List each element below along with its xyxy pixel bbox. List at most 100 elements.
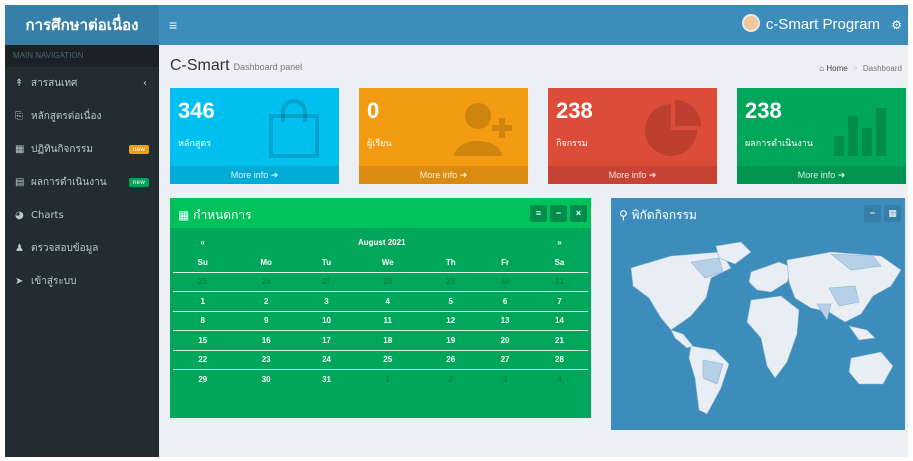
calendar-day[interactable]: 7 (530, 291, 588, 311)
sidebar-item-send[interactable]: ➤ เข้าสู่ระบบ (5, 265, 159, 298)
stat-label: ผู้เรียน (367, 139, 392, 149)
stat-label: กิจกรรม (556, 139, 588, 149)
calendar-day[interactable]: 18 (353, 330, 423, 350)
map-region-india (816, 303, 832, 321)
sidebar-item-user-secret[interactable]: ♟ ตรวจสอบข้อมูล (5, 232, 159, 265)
more-info-link[interactable]: More info ➜ (737, 166, 906, 184)
weekday-header: Mo (232, 252, 300, 273)
user-menu[interactable]: c-Smart Program (741, 5, 880, 45)
map-collapse-button[interactable]: − (864, 205, 881, 222)
breadcrumb-home[interactable]: Home (826, 64, 847, 73)
more-info-link[interactable]: More info ➜ (359, 166, 528, 184)
calendar-icon: ▦ (15, 144, 25, 155)
calendar-title: ▦ กำหนดการ (178, 206, 252, 225)
calendar-day[interactable]: 16 (232, 330, 300, 350)
nav-header: MAIN NAVIGATION (5, 45, 159, 67)
map-region-africa (746, 295, 800, 379)
calendar-day[interactable]: 1 (173, 291, 233, 311)
prev-month-button[interactable]: « (173, 233, 233, 253)
calendar-day[interactable]: 29 (422, 271, 480, 292)
stat-value: 238 (745, 98, 782, 123)
user-name: c-Smart Program (765, 16, 880, 33)
calendar-day[interactable]: 24 (299, 349, 354, 370)
calendar-day[interactable]: 4 (353, 291, 423, 311)
calendar-day[interactable]: 17 (299, 330, 354, 350)
new-badge: new (128, 178, 149, 187)
calendar-day[interactable]: 3 (479, 369, 531, 389)
calendar-day[interactable]: 8 (173, 310, 233, 331)
stat-value: 238 (556, 98, 593, 123)
weekday-header: We (353, 252, 423, 273)
calendar-table: « August 2021 » Su Mo Tu We Th Fr Sa 25 26 27 28 2… (173, 233, 588, 389)
home-icon: ⌂ (819, 64, 825, 73)
sidebar-item-label: ปฏิทินกิจกรรม (31, 144, 93, 155)
table-icon: ▤ (15, 177, 25, 188)
sidebar-item-label: Charts (31, 210, 64, 221)
calendar-day[interactable]: 26 (422, 349, 480, 370)
calendar-day[interactable]: 26 (232, 271, 300, 292)
map-marker-icon: ⚲ (619, 208, 628, 222)
map-region-central-america (670, 329, 694, 349)
calendar-day[interactable]: 15 (173, 330, 233, 350)
calendar-day[interactable]: 12 (422, 310, 480, 331)
calendar-day[interactable]: 22 (173, 349, 233, 370)
calendar-day[interactable]: 9 (232, 310, 300, 331)
calendar-day[interactable]: 1 (353, 369, 423, 389)
calendar-day[interactable]: 25 (353, 349, 423, 370)
next-month-button[interactable]: » (531, 233, 588, 253)
sidebar-item-calendar[interactable]: ▦ ปฏิทินกิจกรรม new (5, 133, 159, 166)
gears-icon[interactable]: ⚙ (891, 5, 902, 45)
sidebar-item-pie-chart[interactable]: ◕ Charts (5, 199, 159, 232)
calendar-month[interactable]: August 2021 (233, 233, 531, 253)
sidebar-item-label: ตรวจสอบข้อมูล (31, 243, 99, 254)
calendar-day[interactable]: 3 (299, 291, 354, 311)
more-info-link[interactable]: More info ➜ (170, 166, 339, 184)
calendar-day[interactable]: 29 (173, 369, 233, 389)
app-logo[interactable]: การศึกษาต่อเนื่อง (5, 5, 159, 45)
calendar-day[interactable]: 14 (530, 310, 588, 331)
stat-label: ผลการดำเนินงาน (745, 139, 814, 149)
sidebar-item-dashboard[interactable]: ↟ สารสนเทศ ‹ (5, 67, 159, 100)
app-frame: การศึกษาต่อเนื่อง ≡ c-Smart Program ⚙ MA… (5, 5, 908, 457)
map-region-australia (848, 351, 894, 385)
calendar-day[interactable]: 28 (353, 271, 423, 292)
calendar-day[interactable]: 28 (530, 349, 588, 370)
calendar-day[interactable]: 20 (479, 330, 531, 350)
sidebar-toggle-button[interactable]: ≡ (169, 5, 177, 45)
more-info-link[interactable]: More info ➜ (548, 166, 717, 184)
world-map[interactable] (611, 238, 905, 430)
calendar-day[interactable]: 4 (530, 369, 588, 389)
dashboard-icon: ↟ (15, 78, 24, 89)
calendar-day[interactable]: 21 (530, 330, 588, 350)
calendar-day[interactable]: 27 (479, 349, 531, 370)
calendar-day[interactable]: 19 (422, 330, 480, 350)
calendar-day[interactable]: 25 (173, 271, 233, 292)
calendar-day[interactable]: 11 (353, 310, 423, 331)
calendar-day[interactable]: 30 (479, 271, 531, 292)
calendar-week-row: 25 26 27 28 29 30 31 (173, 271, 588, 292)
calendar-day[interactable]: 6 (479, 291, 531, 311)
calendar-day[interactable]: 2 (232, 291, 300, 311)
calendar-day[interactable]: 2 (422, 369, 480, 389)
calendar-day[interactable]: 10 (299, 310, 354, 331)
chevron-left-icon: ‹ (143, 78, 147, 89)
calendar-day[interactable]: 31 (299, 369, 354, 389)
calendar-day[interactable]: 31 (530, 271, 588, 292)
calendar-day[interactable]: 30 (232, 369, 300, 389)
sidebar-item-table[interactable]: ▤ ผลการดำเนินงาน new (5, 166, 159, 199)
calendar-day[interactable]: 13 (479, 310, 531, 331)
stat-value: 0 (367, 98, 380, 123)
calendar-day[interactable]: 23 (232, 349, 300, 370)
calendar-day[interactable]: 27 (299, 271, 354, 292)
calendar-icon: ▦ (178, 208, 190, 222)
sidebar-item-files[interactable]: ⎘ หลักสูตรต่อเนื่อง (5, 100, 159, 133)
sidebar-item-label: หลักสูตรต่อเนื่อง (31, 111, 102, 122)
map-calendar-button[interactable]: ▦ (884, 205, 901, 222)
map-region-europe (748, 261, 794, 293)
calendar-close-button[interactable]: × (570, 205, 587, 222)
avatar (741, 14, 760, 33)
calendar-collapse-button[interactable]: − (550, 205, 567, 222)
calendar-menu-button[interactable]: ≡ (530, 205, 547, 222)
calendar-day[interactable]: 5 (422, 291, 480, 311)
weekday-header: Sa (530, 252, 588, 273)
